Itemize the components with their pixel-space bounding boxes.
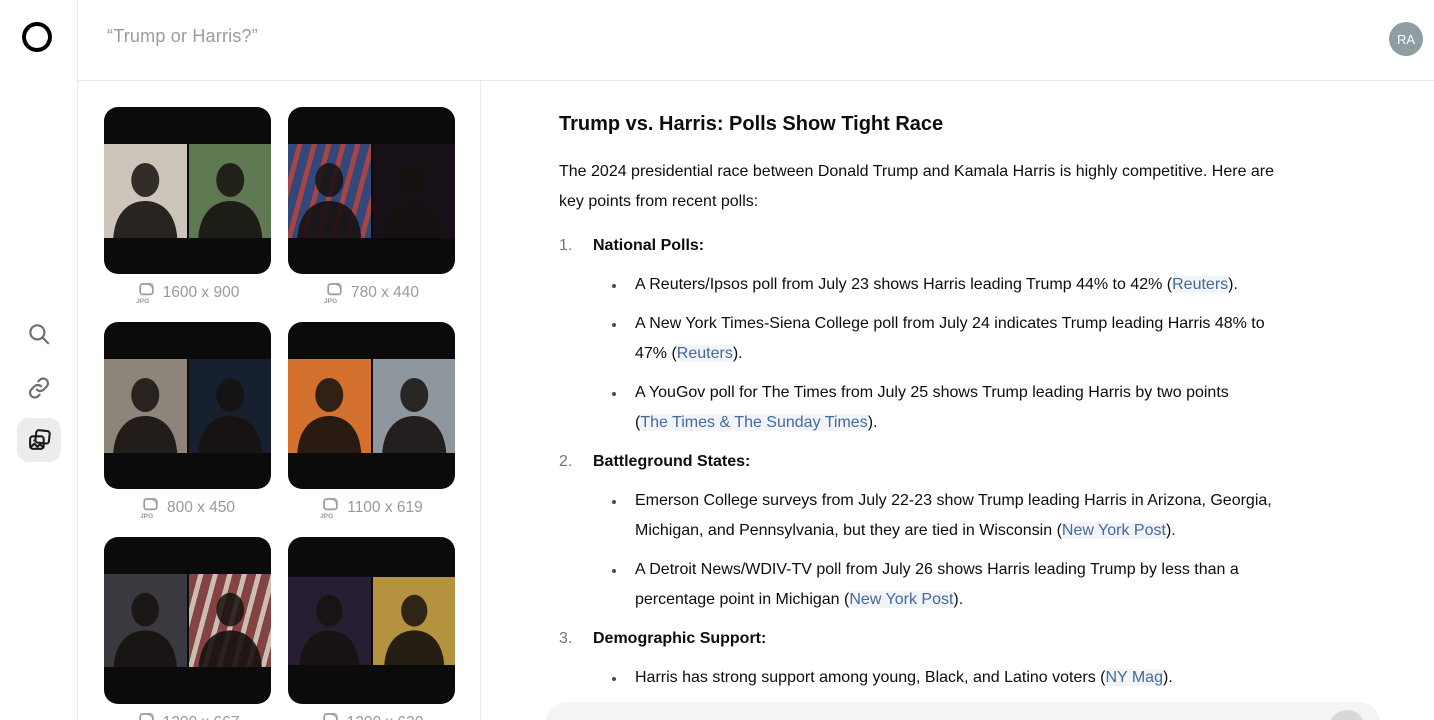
image-caption: JPG 800 x 450: [104, 497, 271, 519]
answer-intro: The 2024 presidential race between Donal…: [559, 163, 1275, 210]
person-silhouette: [113, 162, 178, 238]
sidebar-images-button[interactable]: [17, 418, 61, 462]
openai-logo-icon: [22, 22, 52, 52]
jpg-file-icon: JPG: [138, 712, 154, 720]
images-icon: [28, 428, 51, 450]
section-heading: Demographic Support:: [593, 630, 767, 647]
image-thumbnail[interactable]: [288, 322, 455, 489]
image-thumbnail[interactable]: [288, 107, 455, 274]
person-silhouette: [297, 377, 362, 453]
photo-panel: [372, 143, 455, 238]
person-silhouette: [299, 594, 360, 665]
image-thumbnail[interactable]: [288, 537, 455, 704]
image-result: JPG 1200 x 630: [288, 537, 455, 720]
answer-area: Trump vs. Harris: Polls Show Tight Race …: [481, 81, 1434, 720]
image-result: JPG 1600 x 900: [104, 107, 271, 304]
photo-panel: [188, 574, 271, 667]
photo-panel: [188, 358, 271, 453]
person-silhouette: [297, 162, 362, 238]
person-silhouette: [381, 377, 446, 453]
section-heading-row: 2. Battleground States:: [559, 447, 1378, 477]
jpg-file-icon: JPG: [136, 282, 154, 304]
jpg-file-icon: JPG: [324, 282, 342, 304]
person-silhouette: [197, 162, 262, 238]
answer-sections: 1. National Polls: A Reuters/Ipsos poll fr…: [559, 231, 1378, 693]
photo-panel: [372, 358, 455, 453]
person-silhouette: [197, 377, 262, 453]
photo-panel: [188, 143, 271, 238]
jpg-file-icon: JPG: [140, 497, 158, 519]
jpg-file-icon: JPG: [320, 497, 338, 519]
citation-link[interactable]: Reuters: [1172, 276, 1229, 293]
section-heading-row: 1. National Polls:: [559, 231, 1378, 261]
image-thumbnail[interactable]: [104, 537, 271, 704]
send-button[interactable]: [1329, 710, 1365, 720]
bullet-item: Emerson College surveys from July 22-23 …: [559, 486, 1378, 546]
image-dimensions: 780 x 440: [350, 284, 420, 301]
image-dimensions: 1200 x 667: [163, 714, 240, 720]
bullet-item: Harris has strong support among young, B…: [559, 663, 1378, 693]
search-icon: [29, 324, 50, 345]
photo-panel: [288, 576, 371, 665]
jpg-file-icon: JPG: [322, 712, 338, 720]
section-number: 1.: [559, 237, 573, 254]
image-results-panel: JPG 1600 x 900 JPG 780 x 440 JPG 800 x 450 JPG…: [78, 81, 481, 720]
person-silhouette: [198, 592, 262, 667]
section-number: 2.: [559, 453, 573, 470]
svg-text:JPG: JPG: [324, 298, 337, 304]
citation-link[interactable]: New York Post: [849, 591, 954, 608]
photo-panel: [288, 143, 371, 238]
citation-link[interactable]: New York Post: [1061, 522, 1166, 539]
image-caption: JPG 1200 x 630: [288, 712, 455, 720]
section-heading: National Polls:: [593, 237, 705, 254]
answer-title: Trump vs. Harris: Polls Show Tight Race: [559, 113, 944, 135]
person-silhouette: [113, 592, 177, 667]
user-avatar[interactable]: RA: [1389, 22, 1423, 56]
image-result: JPG 780 x 440: [288, 107, 455, 304]
person-silhouette: [113, 377, 178, 453]
image-caption: JPG 1200 x 667: [104, 712, 271, 720]
photo-panel: [104, 143, 187, 238]
svg-text:JPG: JPG: [140, 513, 153, 519]
search-query[interactable]: “Trump or Harris?”: [107, 26, 258, 47]
bullet-item: A Reuters/Ipsos poll from July 23 shows …: [559, 270, 1378, 300]
image-result: JPG 800 x 450: [104, 322, 271, 519]
image-caption: JPG 1100 x 619: [288, 497, 455, 519]
image-caption: JPG 780 x 440: [288, 282, 455, 304]
image-dimensions: 1600 x 900: [162, 284, 240, 301]
photo-panel: [104, 358, 187, 453]
image-dimensions: 1200 x 630: [347, 714, 424, 720]
image-caption: JPG 1600 x 900: [104, 282, 271, 304]
section-number: 3.: [559, 630, 573, 647]
image-dimensions: 800 x 450: [166, 499, 236, 516]
svg-text:JPG: JPG: [320, 513, 333, 519]
top-bar: “Trump or Harris?” RA: [78, 0, 1434, 81]
photo-panel: [372, 576, 455, 665]
image-dimensions: 1100 x 619: [347, 499, 423, 516]
sidebar-links-button[interactable]: [17, 366, 61, 410]
bullet-item: A YouGov poll for The Times from July 25…: [559, 378, 1378, 438]
message-input[interactable]: [545, 702, 1381, 720]
citation-link[interactable]: Reuters: [676, 345, 733, 362]
photo-panel: [104, 574, 187, 667]
svg-text:JPG: JPG: [136, 298, 149, 304]
section-heading-row: 3. Demographic Support:: [559, 624, 1378, 654]
sidebar-search-button[interactable]: [17, 312, 61, 356]
citation-link[interactable]: The Times & The Sunday Times: [640, 414, 868, 431]
image-thumbnail[interactable]: [104, 107, 271, 274]
bullet-item: A Detroit News/WDIV-TV poll from July 26…: [559, 555, 1378, 615]
citation-link[interactable]: NY Mag: [1105, 669, 1163, 686]
image-result: JPG 1200 x 667: [104, 537, 271, 720]
bullet-item: A New York Times-Siena College poll from…: [559, 309, 1378, 369]
sidebar: [0, 0, 78, 720]
photo-panel: [288, 358, 371, 453]
person-silhouette: [381, 162, 446, 238]
image-results-grid: JPG 1600 x 900 JPG 780 x 440 JPG 800 x 450 JPG…: [104, 107, 480, 720]
image-thumbnail[interactable]: [104, 322, 271, 489]
person-silhouette: [383, 594, 444, 665]
image-result: JPG 1100 x 619: [288, 322, 455, 519]
link-icon: [28, 377, 50, 399]
section-heading: Battleground States:: [593, 453, 751, 470]
openai-logo[interactable]: [18, 18, 56, 56]
